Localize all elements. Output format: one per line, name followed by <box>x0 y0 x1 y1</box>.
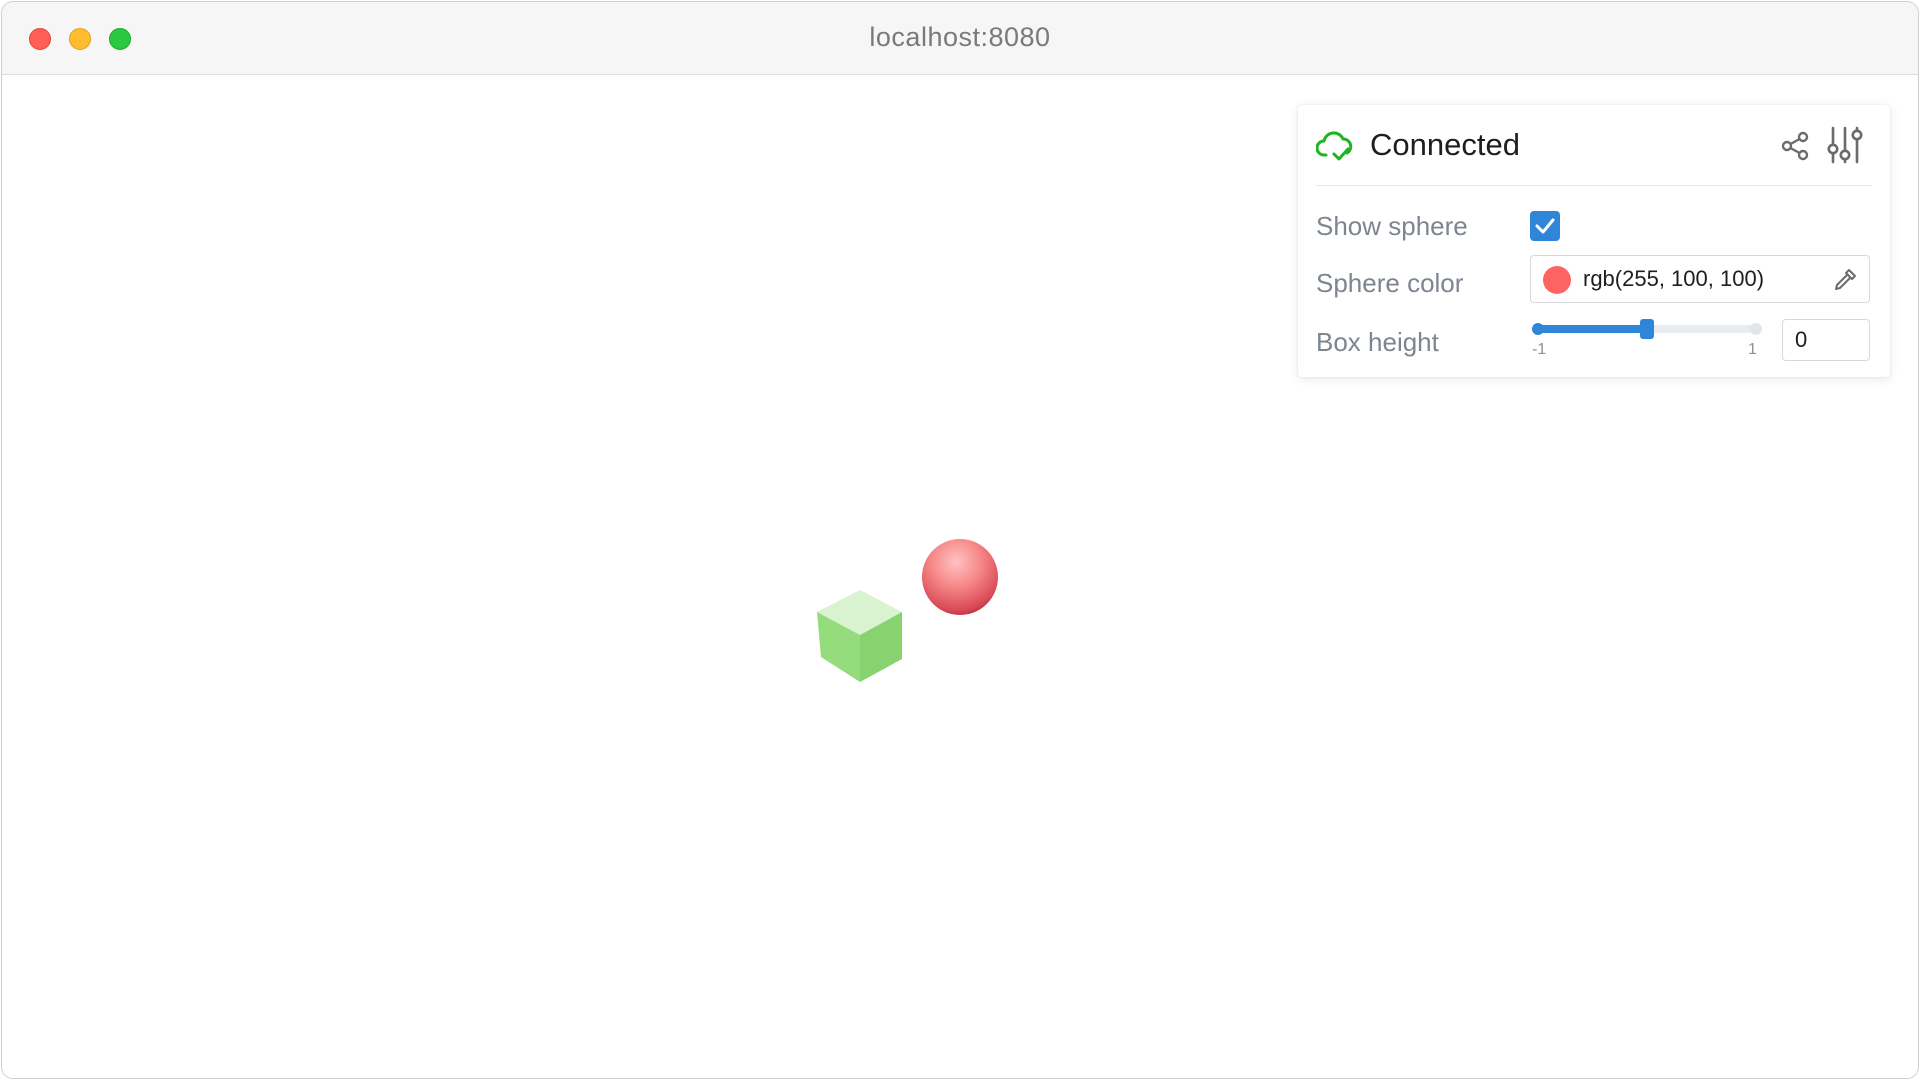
box-object[interactable] <box>817 590 902 682</box>
share-icon[interactable] <box>1778 129 1812 163</box>
window-title: localhost:8080 <box>869 22 1051 52</box>
checkmark-icon <box>1535 218 1555 234</box>
box-height-slider[interactable]: -1 1 <box>1532 311 1762 358</box>
cloud-check-icon <box>1316 131 1353 161</box>
panel-header: Connected <box>1316 105 1872 186</box>
sliders-settings-icon[interactable] <box>1826 125 1864 165</box>
box-height-label: Box height <box>1316 327 1439 357</box>
sphere-color-label: Sphere color <box>1316 268 1464 298</box>
controls-panel: Connected Show sphere Sphere color rgb(2… <box>1298 105 1890 377</box>
slider-fill <box>1538 325 1647 333</box>
browser-window: localhost:8080 Connected Show sphere Sph… <box>1 1 1919 1079</box>
show-sphere-checkbox[interactable] <box>1530 211 1560 241</box>
slider-max-label: 1 <box>1748 341 1757 358</box>
3d-viewport[interactable]: Connected Show sphere Sphere color rgb(2… <box>2 75 1918 1078</box>
eyedropper-icon[interactable] <box>1831 266 1859 294</box>
color-swatch[interactable] <box>1543 266 1571 294</box>
box-height-input[interactable] <box>1782 319 1870 361</box>
slider-min-dot <box>1532 323 1544 335</box>
show-sphere-label: Show sphere <box>1316 211 1468 241</box>
slider-min-label: -1 <box>1532 341 1547 358</box>
slider-max-dot <box>1750 323 1762 335</box>
connection-status: Connected <box>1370 127 1520 162</box>
title-bar: localhost:8080 <box>2 2 1918 75</box>
sphere-color-value[interactable]: rgb(255, 100, 100) <box>1583 266 1764 292</box>
sphere-color-field[interactable]: rgb(255, 100, 100) <box>1530 255 1870 303</box>
slider-thumb[interactable] <box>1640 319 1654 339</box>
sphere-object[interactable] <box>922 539 998 615</box>
